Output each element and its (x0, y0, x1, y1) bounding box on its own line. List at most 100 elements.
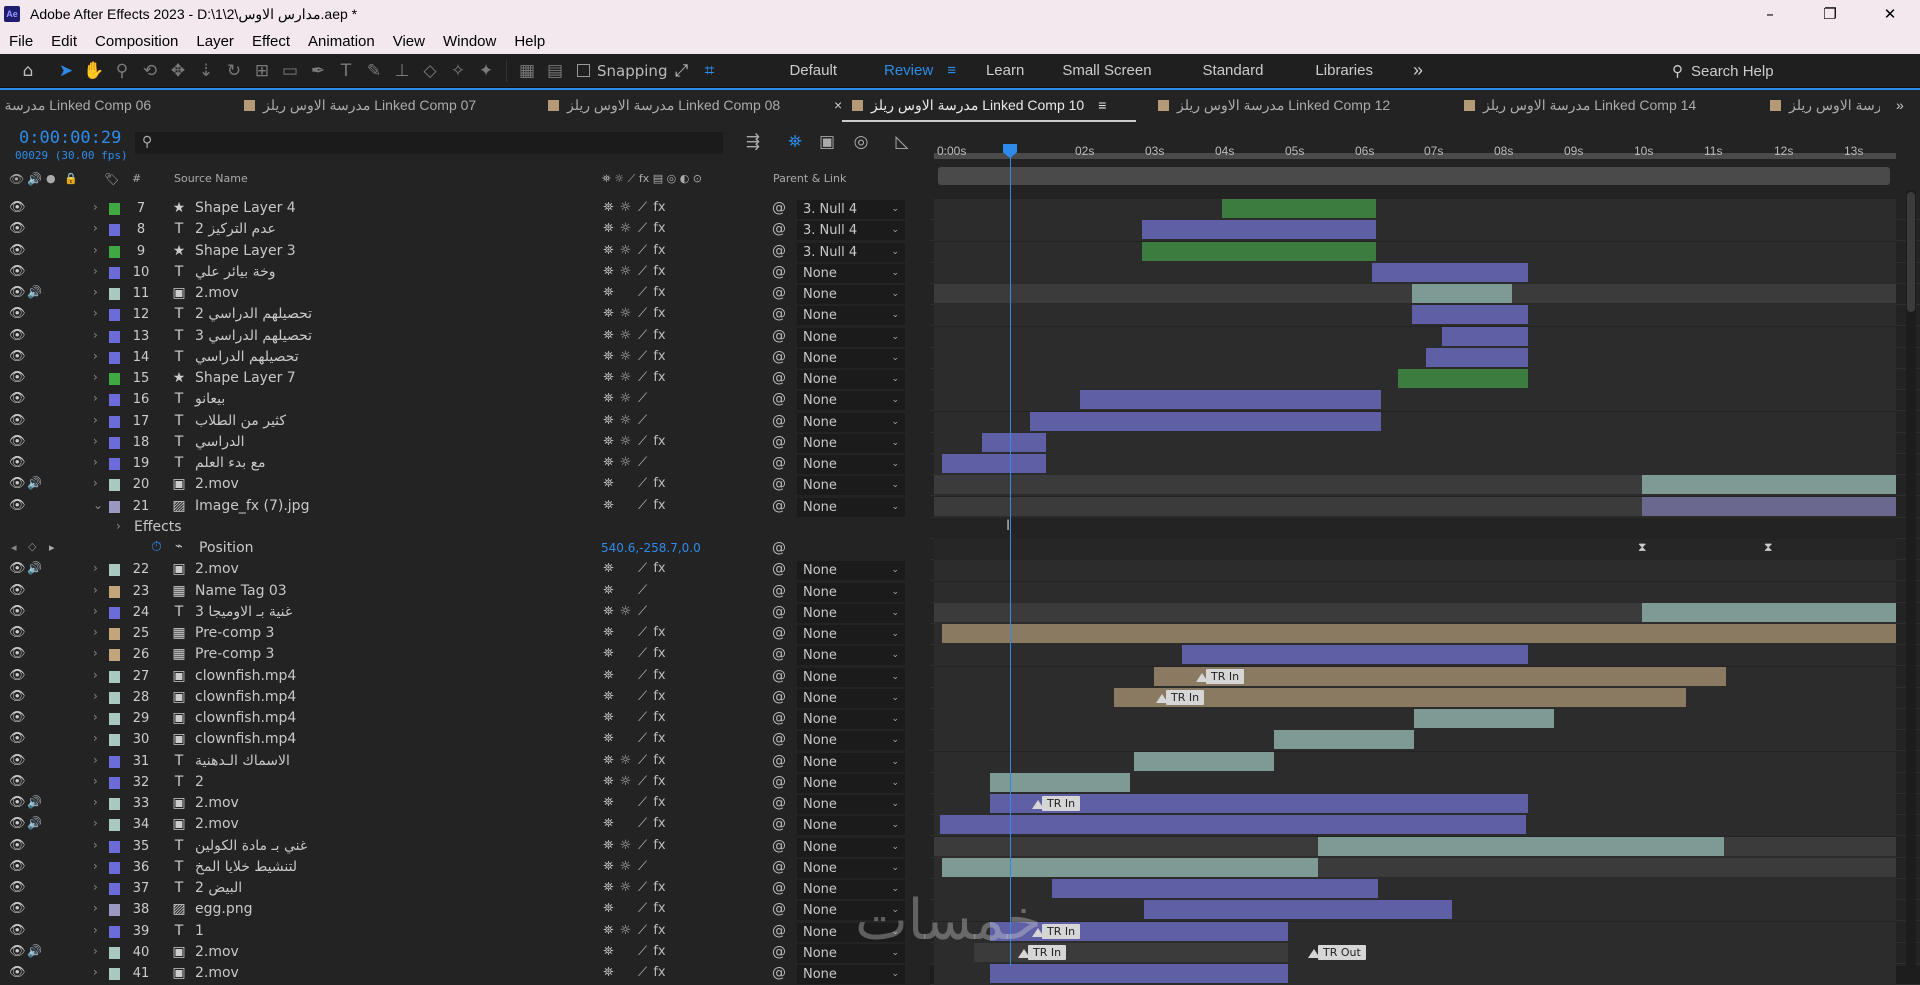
parent-pickwhip-icon[interactable]: @ (772, 625, 786, 641)
label-color-swatch[interactable] (109, 203, 120, 215)
layer-name[interactable]: Pre-comp 3 (195, 625, 274, 641)
twirl-chevron-icon[interactable]: › (93, 306, 98, 320)
search-help[interactable]: ⚲ Search Help (1672, 60, 1912, 82)
layer-row[interactable]: 👁 › 13 T تحصيلهم الدراسي 3 ⛯ ☼ ⟋ fx @ None ⌄ (0, 326, 1920, 348)
twirl-chevron-icon[interactable]: › (93, 413, 98, 427)
label-color-swatch[interactable] (109, 755, 120, 768)
layer-track[interactable] (934, 454, 1896, 475)
layer-name[interactable]: 2.mov (195, 285, 239, 301)
grid-icon[interactable]: ▤ (541, 58, 569, 84)
layer-track[interactable] (934, 326, 1896, 348)
layer-row[interactable]: 👁 🔊 › 11 ▣ 2.mov ⛯ ⟋ fx @ None ⌄ (0, 284, 1920, 305)
pan-behind-tool-icon[interactable]: ⊞ (248, 58, 276, 84)
label-color-swatch[interactable] (109, 840, 120, 853)
twirl-chevron-icon[interactable]: › (93, 816, 98, 830)
twirl-chevron-icon[interactable]: › (93, 795, 98, 809)
parent-dropdown[interactable]: None ⌄ (797, 688, 905, 708)
layer-switches[interactable]: ⛯ ☼ ⟋ fx (600, 243, 668, 258)
visibility-eye-icon[interactable]: 👁 (9, 391, 26, 406)
graph-icon[interactable]: ⌁ (175, 539, 183, 554)
layer-duration-bar[interactable] (1080, 390, 1381, 410)
layer-name[interactable]: البيض 2 (195, 880, 242, 896)
twirl-chevron-icon[interactable]: › (93, 710, 98, 724)
layer-duration-bar[interactable] (1724, 836, 1896, 856)
parent-pickwhip-icon[interactable]: @ (772, 859, 786, 875)
layer-track[interactable]: TR In (934, 666, 1896, 688)
layer-switches[interactable]: ⛯ ⟋ (600, 583, 668, 598)
layer-switches[interactable]: ⛯ ⟋ fx (600, 901, 668, 916)
parent-dropdown[interactable]: None ⌄ (797, 561, 905, 581)
layer-name[interactable]: Shape Layer 3 (195, 243, 296, 259)
layer-name[interactable]: كثير من الطلاب (195, 413, 286, 429)
parent-pickwhip-icon[interactable]: @ (772, 561, 786, 577)
layer-name[interactable]: clownfish.mp4 (195, 710, 296, 726)
label-color-swatch[interactable] (109, 904, 120, 917)
parent-dropdown[interactable]: None ⌄ (797, 285, 905, 304)
layer-duration-bar[interactable] (942, 857, 1318, 877)
tabs-overflow-icon[interactable]: » (1896, 90, 1904, 122)
layer-search-input[interactable]: ⚲ (135, 132, 723, 154)
parent-dropdown[interactable]: None ⌄ (797, 710, 905, 729)
layer-track[interactable] (934, 645, 1896, 667)
keyframe-nav-prev-icon[interactable]: ◂ (11, 541, 17, 554)
visibility-eye-icon[interactable]: 👁 (9, 455, 26, 470)
pan-tool-icon[interactable]: ✥ (164, 58, 192, 84)
parent-pickwhip-icon[interactable]: @ (772, 434, 786, 450)
visibility-eye-icon[interactable]: 👁 (9, 901, 26, 916)
visibility-eye-icon[interactable]: 👁 (9, 838, 26, 853)
timeline-scrollbar[interactable] (1906, 190, 1916, 966)
visibility-eye-icon[interactable]: 👁 (9, 731, 26, 746)
layer-track[interactable] (934, 475, 1896, 497)
visibility-eye-icon[interactable]: 👁 (9, 434, 26, 449)
label-color-swatch[interactable] (109, 691, 120, 704)
twirl-chevron-icon[interactable]: › (93, 753, 98, 767)
transition-out-marker[interactable]: TR Out (1308, 944, 1366, 960)
parent-pickwhip-icon[interactable]: @ (772, 370, 786, 386)
layer-track[interactable] (934, 624, 1896, 645)
layer-switches[interactable]: ⛯ ⟋ fx (600, 498, 668, 513)
label-color-swatch[interactable] (109, 946, 120, 959)
parent-pickwhip-icon[interactable]: @ (772, 604, 786, 620)
layer-switches[interactable]: ⛯ ☼ ⟋ fx (600, 923, 668, 938)
layer-name[interactable]: 1 (195, 923, 204, 939)
twirl-chevron-icon[interactable]: ⌄ (93, 498, 103, 512)
layer-name[interactable]: تحصيلهم الدراسي (195, 349, 299, 365)
twirl-chevron-icon[interactable]: › (93, 561, 98, 575)
align-icon[interactable]: ▦ (513, 58, 541, 84)
layer-duration-bar[interactable] (1052, 879, 1378, 898)
parent-pickwhip-icon[interactable]: @ (772, 668, 786, 684)
layer-row[interactable]: 👁 › 23 ▦ Name Tag 03 ⛯ ⟋ @ None ⌄ (0, 581, 1920, 603)
audio-speaker-icon[interactable]: 🔊 (27, 795, 42, 809)
draft-3d-icon[interactable]: ⛯ (784, 132, 806, 154)
layer-track[interactable] (934, 836, 1896, 858)
layer-name[interactable]: Shape Layer 4 (195, 200, 296, 216)
layer-duration-bar[interactable] (1412, 284, 1512, 303)
layer-switches[interactable]: ⛯ ☼ ⟋ fx (600, 774, 668, 789)
parent-pickwhip-icon[interactable]: @ (772, 646, 786, 662)
layer-switches[interactable]: ⛯ ☼ ⟋ fx (600, 306, 668, 321)
layer-name[interactable]: الدراسي (195, 434, 245, 450)
parent-dropdown[interactable]: None ⌄ (797, 433, 905, 453)
layer-row[interactable]: 👁 🔊 › 33 ▣ 2.mov ⛯ ⟋ fx @ None ⌄ TR In (0, 794, 1920, 815)
label-color-swatch[interactable] (109, 564, 120, 577)
parent-pickwhip-icon[interactable]: @ (772, 880, 786, 896)
parent-pickwhip-icon[interactable]: @ (772, 455, 786, 471)
pen-tool-icon[interactable]: ✒ (304, 58, 332, 84)
audio-speaker-icon[interactable]: 🔊 (27, 944, 42, 958)
layer-name[interactable]: clownfish.mp4 (195, 731, 296, 747)
parent-pickwhip-icon[interactable]: @ (772, 243, 786, 259)
layer-track[interactable] (934, 730, 1896, 752)
visibility-eye-icon[interactable]: 👁 (9, 243, 26, 258)
label-color-swatch[interactable] (109, 585, 120, 598)
layer-row[interactable]: 👁 › 15 ★ Shape Layer 7 ⛯ ☼ ⟋ fx @ None ⌄ (0, 369, 1920, 390)
visibility-eye-icon[interactable]: 👁 (9, 795, 26, 810)
position-property-row[interactable]: ◂ ◇ ▸ ⏱ ⌁ Position 540.6,-258.7,0.0 @ ⧗ ⧗ (0, 539, 1920, 560)
effects-label[interactable]: Effects (134, 519, 182, 535)
layer-name[interactable]: الاسماك الـدهنية (195, 753, 290, 769)
parent-dropdown[interactable]: None ⌄ (797, 263, 905, 283)
layer-track[interactable] (934, 751, 1896, 773)
snap-edges-icon[interactable]: ⤢ (667, 58, 695, 84)
layer-duration-bar[interactable] (1412, 305, 1528, 325)
layer-row[interactable]: 👁 › 26 ▦ Pre-comp 3 ⛯ ⟋ fx @ None ⌄ (0, 645, 1920, 667)
layer-switches[interactable]: ⛯ ⟋ fx (600, 965, 668, 980)
